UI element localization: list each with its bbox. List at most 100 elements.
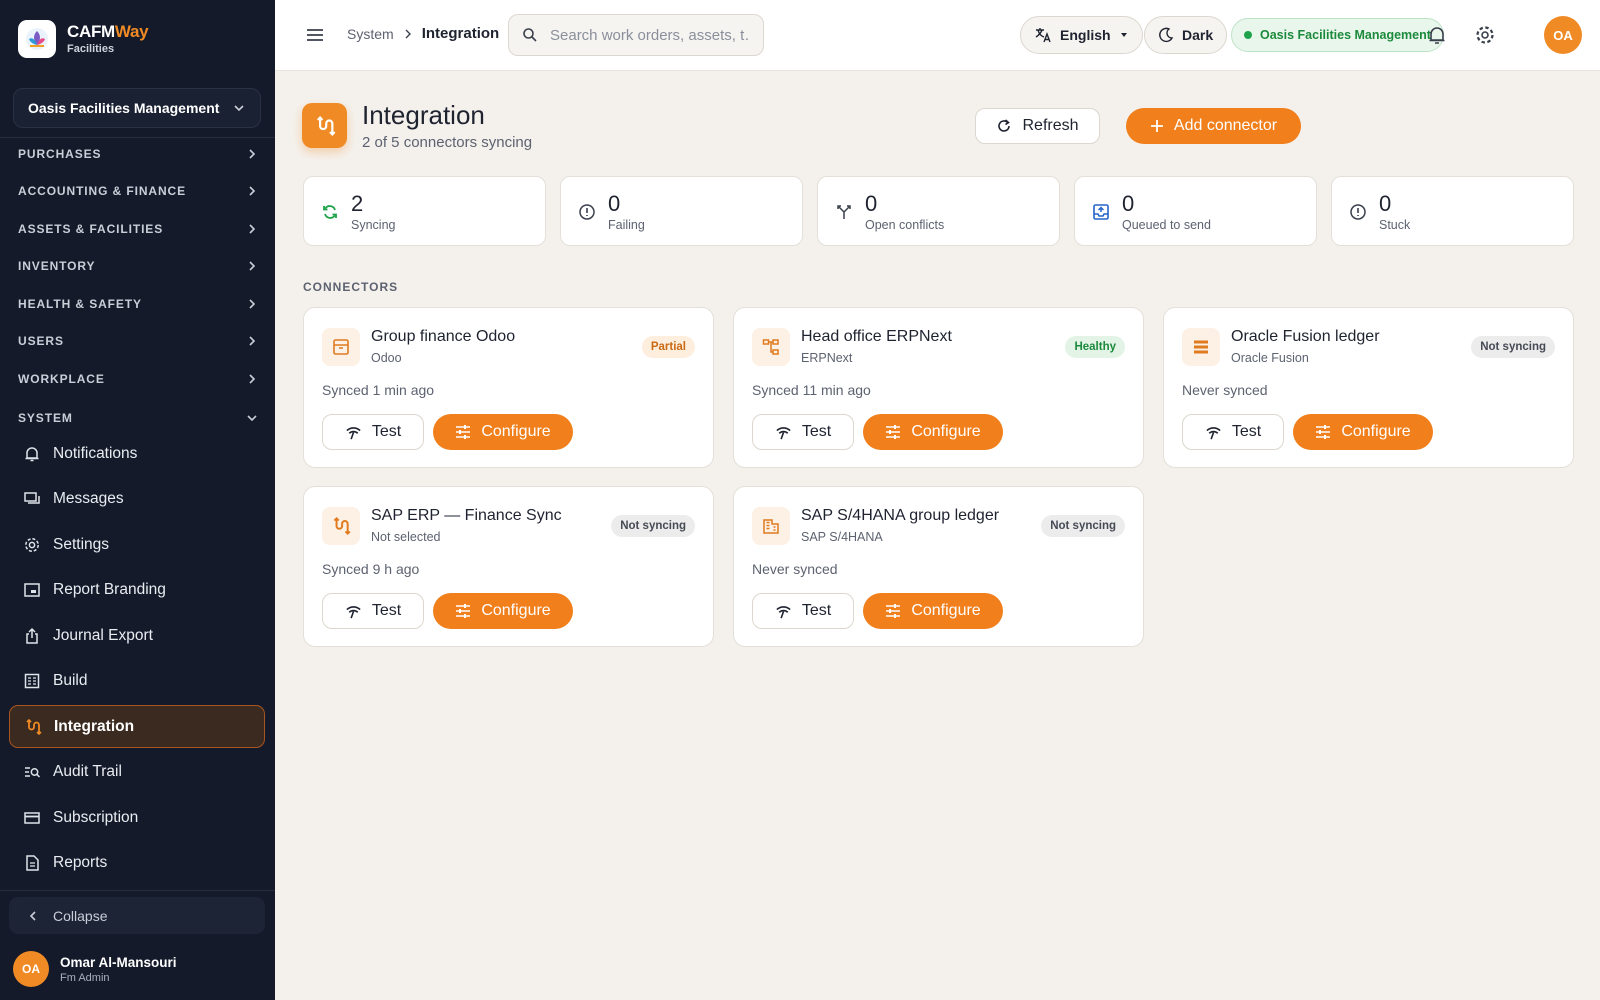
sidebar-item-report-branding[interactable]: Report Branding [9,568,265,611]
sidebar-item-journal-export[interactable]: Journal Export [9,614,265,657]
configure-label: Configure [481,423,551,440]
section-system[interactable]: SYSTEM [18,407,258,429]
test-button[interactable]: Test [752,414,854,450]
menu-icon[interactable] [304,24,326,46]
theme-toggle[interactable]: Dark [1144,16,1228,54]
avatar[interactable]: OA [1544,16,1582,54]
breadcrumb-integration: Integration [421,25,500,42]
chevron-right-icon [249,336,256,346]
chevron-down-icon [247,415,257,422]
configure-button[interactable]: Configure [1293,414,1433,450]
collapse-label: Collapse [53,907,108,924]
sync-status: Synced 1 min ago [322,382,435,398]
configure-button[interactable]: Configure [433,593,573,629]
connector-card-sap-erp: SAP ERP — Finance Sync Not selected Not … [303,486,714,647]
divider [0,137,275,138]
gear-icon[interactable] [1474,24,1496,46]
chevron-right-icon [249,374,256,384]
test-button[interactable]: Test [322,593,424,629]
language-selector[interactable]: English [1020,16,1143,54]
user-name: Omar Al-Mansouri [60,954,177,970]
status-badge: Not syncing [611,515,695,537]
status-badge: Not syncing [1041,515,1125,537]
sync-status: Synced 9 h ago [322,561,420,577]
section-workplace[interactable]: WORKPLACE [18,368,258,390]
configure-label: Configure [1341,423,1411,440]
section-label: INVENTORY [18,259,96,273]
sync-icon [323,205,337,219]
user-role: Fm Admin [60,971,110,984]
test-label: Test [371,602,402,619]
breadcrumb-system[interactable]: System [347,26,394,42]
merge-icon [837,205,851,219]
sliders-icon [886,604,901,618]
brand[interactable]: CAFMWay Facilities [18,20,149,58]
sliders-icon [456,425,471,439]
status-dot [1244,31,1252,39]
stat-value: 0 [865,191,878,216]
search-box[interactable] [508,14,764,56]
refresh-button[interactable]: Refresh [975,108,1100,144]
section-health-safety[interactable]: HEALTH & SAFETY [18,293,258,315]
sidebar: CAFMWay Facilities Oasis Facilities Mana… [0,0,275,1000]
test-button[interactable]: Test [1182,414,1284,450]
section-label: WORKPLACE [18,372,105,386]
connector-title: SAP ERP — Finance Sync [371,507,562,524]
add-connector-button[interactable]: Add connector [1126,108,1301,144]
integration-icon [23,717,43,737]
building-icon [752,507,790,545]
sidebar-item-build[interactable]: Build [9,659,265,702]
refresh-label: Refresh [1022,117,1079,134]
messages-icon [22,489,42,509]
test-label: Test [801,602,832,619]
bell-icon [22,444,42,464]
section-inventory[interactable]: INVENTORY [18,255,258,277]
org-selector[interactable]: Oasis Facilities Management [13,88,261,128]
sidebar-item-label: Journal Export [53,626,153,644]
configure-button[interactable]: Configure [863,414,1003,450]
wifi-icon [346,426,361,439]
configure-button[interactable]: Configure [863,593,1003,629]
section-assets-facilities[interactable]: ASSETS & FACILITIES [18,218,258,240]
sidebar-item-settings[interactable]: Settings [9,523,265,566]
status-badge: Not syncing [1471,336,1555,358]
sync-status: Never synced [752,561,838,577]
sidebar-item-notifications[interactable]: Notifications [9,432,265,475]
collapse-button[interactable]: Collapse [9,897,265,934]
test-button[interactable]: Test [322,414,424,450]
test-button[interactable]: Test [752,593,854,629]
connector-card-oracle-fusion: Oracle Fusion ledger Oracle Fusion Not s… [1163,307,1574,468]
stat-label: Queued to send [1122,218,1211,232]
bell-icon[interactable] [1426,24,1448,46]
test-label: Test [801,423,832,440]
branding-icon [22,580,42,600]
sidebar-item-integration[interactable]: Integration [9,705,265,748]
connector-provider: Odoo [371,351,402,365]
section-purchases[interactable]: PURCHASES [18,143,258,165]
sidebar-item-subscription[interactable]: Subscription [9,796,265,839]
stat-stuck: 0 Stuck [1331,176,1574,246]
sidebar-item-messages[interactable]: Messages [9,477,265,520]
sidebar-item-reports[interactable]: Reports [9,841,265,884]
connector-card-odoo: Group finance Odoo Odoo Partial Synced 1… [303,307,714,468]
user-profile[interactable]: OA Omar Al-Mansouri Fm Admin [13,951,177,987]
page-title: Integration [362,100,485,130]
configure-button[interactable]: Configure [433,414,573,450]
sidebar-item-audit-trail[interactable]: Audit Trail [9,750,265,793]
alert-circle-icon [579,204,595,220]
sliders-icon [1316,425,1331,439]
sliders-icon [456,604,471,618]
search-input[interactable] [550,26,750,44]
test-label: Test [371,423,402,440]
reports-icon [22,853,42,873]
org-status-badge[interactable]: Oasis Facilities Management [1231,18,1444,52]
storage-icon [1182,328,1220,366]
chevron-right-icon [249,149,256,159]
section-accounting-finance[interactable]: ACCOUNTING & FINANCE [18,180,258,202]
sync-status: Never synced [1182,382,1268,398]
stat-label: Open conflicts [865,218,945,232]
brand-name: CAFMWay [67,22,149,41]
chevron-right-icon [249,299,256,309]
section-users[interactable]: USERS [18,330,258,352]
stat-value: 0 [1122,191,1135,216]
